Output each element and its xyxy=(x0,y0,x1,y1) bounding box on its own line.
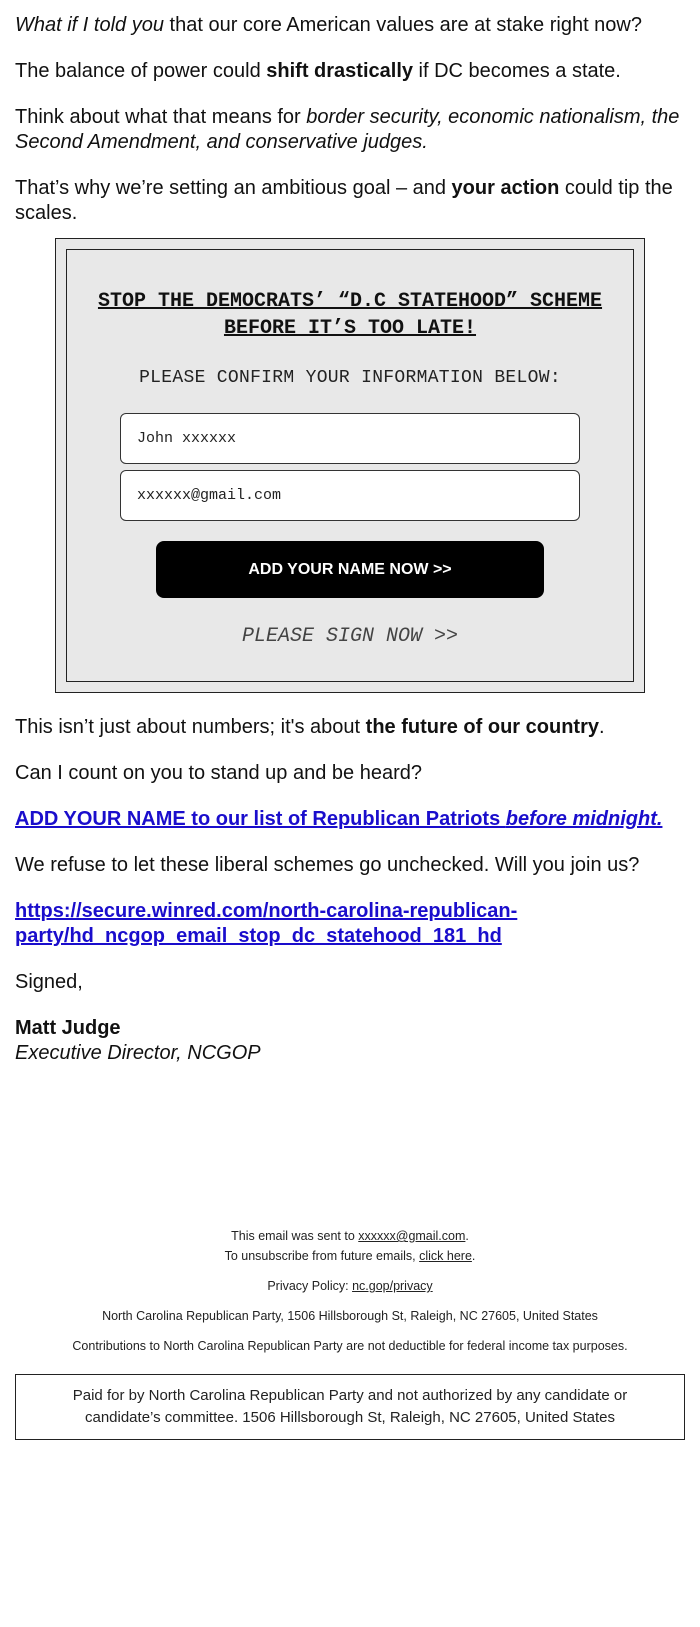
footer-contributions: Contributions to North Carolina Republic… xyxy=(72,1339,628,1353)
privacy-link[interactable]: nc.gop/privacy xyxy=(352,1279,433,1293)
text: This email was sent to xyxy=(231,1229,359,1243)
bold-text: the future of our country xyxy=(365,716,599,738)
footer-privacy: Privacy Policy: nc.gop/privacy xyxy=(0,1276,700,1296)
body-paragraph-1: This isn’t just about numbers; it's abou… xyxy=(15,715,685,740)
footer-unsubscribe: To unsubscribe from future emails, click… xyxy=(224,1249,476,1263)
link-text: ADD YOUR NAME to our list of Republican … xyxy=(15,808,506,830)
petition-form-box: STOP THE DEMOCRATS’ “D.C STATEHOOD” SCHE… xyxy=(55,238,645,693)
link-emphasis: before midnight. xyxy=(505,808,663,830)
text: Privacy Policy: xyxy=(267,1279,353,1293)
emphasis: What if I told you xyxy=(15,14,164,36)
name-input[interactable] xyxy=(120,413,580,464)
footer: This email was sent to xxxxxx@gmail.com.… xyxy=(0,1226,700,1356)
intro-paragraph-1: What if I told you that our core America… xyxy=(15,13,685,38)
email-input[interactable] xyxy=(120,470,580,521)
signer-title: Executive Director, NCGOP xyxy=(15,1042,261,1064)
cta-paragraph: ADD YOUR NAME to our list of Republican … xyxy=(15,807,685,832)
recipient-email-link[interactable]: xxxxxx@gmail.com xyxy=(358,1229,465,1243)
text: that our core American values are at sta… xyxy=(163,14,642,36)
form-subtitle: PLEASE CONFIRM YOUR INFORMATION BELOW: xyxy=(139,368,561,388)
footer-address: North Carolina Republican Party, 1506 Hi… xyxy=(102,1309,598,1323)
url-paragraph: https://secure.winred.com/north-carolina… xyxy=(15,899,685,949)
email-body: What if I told you that our core America… xyxy=(0,0,700,1066)
body-paragraph-2: Can I count on you to stand up and be he… xyxy=(15,762,422,784)
text: That’s why we’re setting an ambitious go… xyxy=(15,177,452,199)
footer-sent-to: This email was sent to xxxxxx@gmail.com. xyxy=(231,1229,469,1243)
bold-text: shift drastically xyxy=(266,60,413,82)
text: . xyxy=(598,716,605,738)
text: Think about what that means for xyxy=(15,106,307,128)
paid-for-disclaimer: Paid for by North Carolina Republican Pa… xyxy=(15,1374,685,1440)
winred-url-link[interactable]: https://secure.winred.com/north-carolina… xyxy=(15,900,517,947)
body-paragraph-3: We refuse to let these liberal schemes g… xyxy=(15,854,640,876)
intro-paragraph-2: The balance of power could shift drastic… xyxy=(15,59,685,84)
signed-text: Signed, xyxy=(15,971,83,993)
signer-name: Matt Judge xyxy=(15,1017,121,1039)
add-your-name-button[interactable]: ADD YOUR NAME NOW >> xyxy=(156,541,544,598)
petition-form: STOP THE DEMOCRATS’ “D.C STATEHOOD” SCHE… xyxy=(66,249,634,682)
please-sign-link[interactable]: PLEASE SIGN NOW >> xyxy=(87,624,613,649)
intro-paragraph-4: That’s why we’re setting an ambitious go… xyxy=(15,176,685,226)
text: The balance of power could xyxy=(15,60,267,82)
add-your-name-link[interactable]: ADD YOUR NAME to our list of Republican … xyxy=(15,808,662,830)
intro-paragraph-3: Think about what that means for border s… xyxy=(15,105,685,155)
bold-text: your action xyxy=(451,177,560,199)
text: To unsubscribe from future emails, xyxy=(224,1249,420,1263)
text: if DC becomes a state. xyxy=(413,60,621,82)
signature: Matt Judge Executive Director, NCGOP xyxy=(15,1016,685,1066)
text: This isn’t just about numbers; it's abou… xyxy=(15,716,366,738)
unsubscribe-link[interactable]: click here xyxy=(419,1249,472,1263)
form-title: STOP THE DEMOCRATS’ “D.C STATEHOOD” SCHE… xyxy=(97,290,603,340)
